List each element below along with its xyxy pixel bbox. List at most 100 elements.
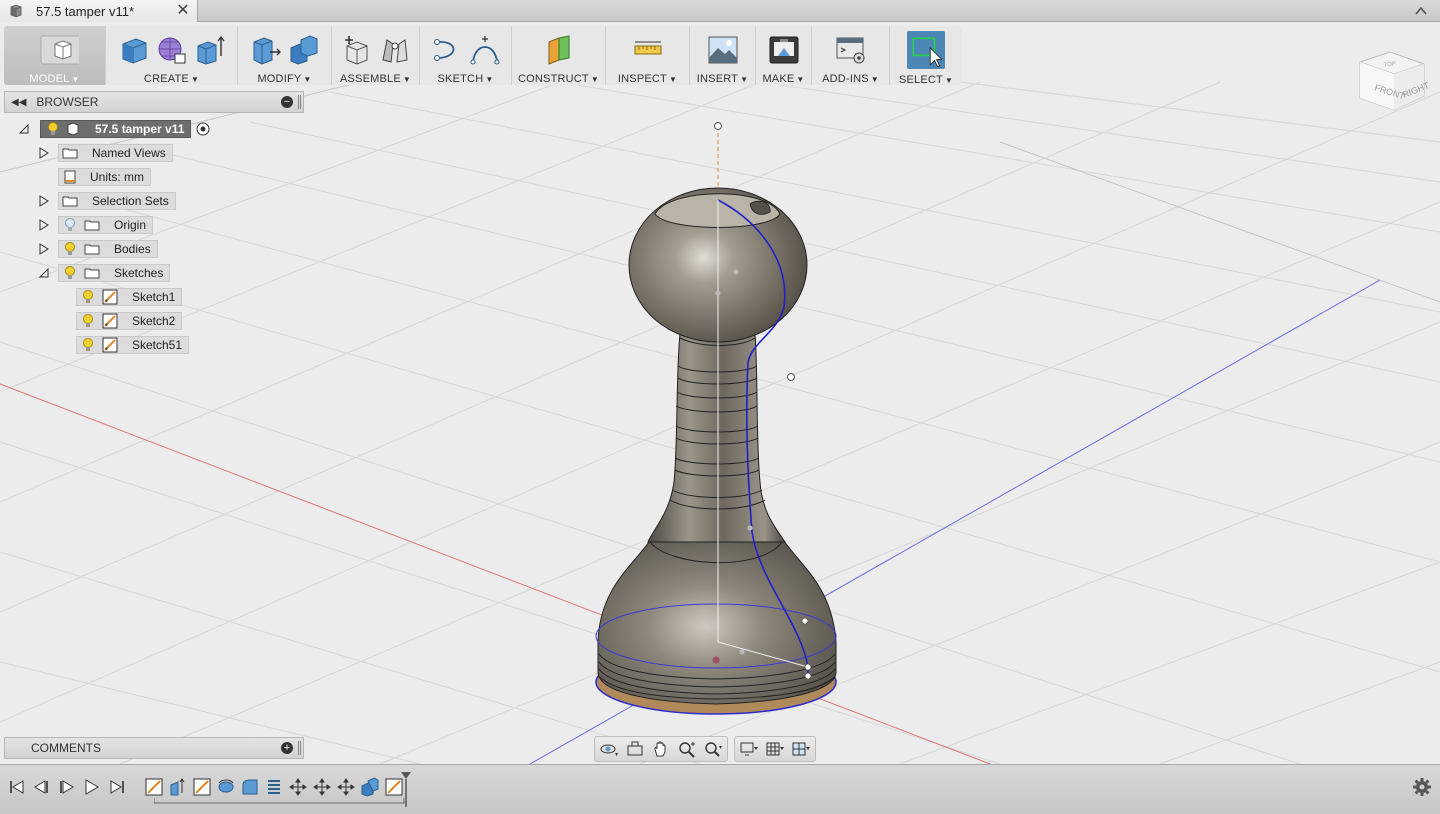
add-comment-icon[interactable]: + — [281, 742, 293, 754]
assemble-label: ASSEMBLE — [339, 73, 401, 85]
expanded-triangle-icon[interactable] — [38, 267, 50, 279]
document-tab[interactable]: 57.5 tamper v11* ✕ — [0, 0, 198, 22]
last-step-icon[interactable] — [108, 778, 126, 796]
make-menu-button[interactable]: MAKE ▼ — [756, 26, 812, 85]
look-at-icon[interactable] — [625, 740, 645, 758]
document-tab-bar: 57.5 tamper v11* ✕ — [0, 0, 1440, 22]
previous-step-icon[interactable] — [32, 778, 50, 796]
addins-menu-button[interactable]: ADD-INS ▼ — [812, 26, 890, 85]
gear-icon[interactable] — [1412, 777, 1432, 797]
construct-menu-button[interactable]: CONSTRUCT ▼ — [512, 26, 606, 85]
lightbulb-off-icon[interactable] — [62, 217, 78, 233]
lightbulb-icon[interactable] — [80, 337, 96, 353]
browser-item-label: Named Views — [92, 146, 166, 160]
browser-item-sketches[interactable]: Sketches — [38, 264, 171, 282]
close-tab-icon[interactable]: ✕ — [175, 2, 191, 20]
chevron-up-icon[interactable] — [1412, 2, 1430, 20]
browser-item-selection-sets[interactable]: Selection Sets — [38, 192, 176, 210]
lightbulb-icon[interactable] — [62, 265, 78, 281]
browser-item-sketch2[interactable]: Sketch2 — [76, 312, 183, 330]
browser-panel-header[interactable]: ◀◀ BROWSER – — [4, 91, 304, 113]
browser-item-units[interactable]: Units: mm — [58, 168, 151, 186]
display-settings-tools — [734, 736, 816, 762]
insert-image-icon — [708, 36, 737, 63]
timeline-revolve-icon[interactable] — [216, 777, 236, 797]
browser-item-label: Selection Sets — [92, 194, 169, 208]
sketch-arc-icon — [470, 35, 499, 64]
play-icon[interactable] — [82, 778, 100, 796]
display-settings-icon[interactable] — [739, 740, 759, 758]
model-workspace-button[interactable]: MODEL ▼ — [4, 26, 106, 85]
browser-item-label: Bodies — [114, 242, 151, 256]
inspect-menu-button[interactable]: INSPECT ▼ — [606, 26, 690, 85]
collapsed-triangle-icon[interactable] — [38, 147, 50, 159]
browser-item-sketch51[interactable]: Sketch51 — [76, 336, 190, 354]
browser-item-origin[interactable]: Origin — [38, 216, 154, 234]
collapsed-triangle-icon[interactable] — [38, 195, 50, 207]
collapsed-triangle-icon[interactable] — [38, 219, 50, 231]
lightbulb-icon[interactable] — [80, 313, 96, 329]
lightbulb-icon[interactable] — [45, 121, 61, 137]
timeline-coil-icon[interactable] — [264, 777, 284, 797]
lightbulb-icon[interactable] — [80, 289, 96, 305]
create-menu-button[interactable]: CREATE ▼ — [106, 26, 238, 85]
timeline-move-icon[interactable] — [312, 777, 332, 797]
grid-icon[interactable] — [765, 740, 785, 758]
folder-icon — [84, 268, 100, 279]
timeline-extrude-icon[interactable] — [168, 777, 188, 797]
handle-shaft[interactable] — [647, 333, 786, 543]
comments-title: COMMENTS — [31, 741, 101, 755]
select-window-icon — [912, 37, 943, 67]
viewports-icon[interactable] — [791, 740, 811, 758]
browser-item-bodies[interactable]: Bodies — [38, 240, 158, 258]
timeline-move-icon[interactable] — [288, 777, 308, 797]
sketch-menu-button[interactable]: SKETCH ▼ — [420, 26, 512, 85]
select-menu-button[interactable]: SELECT ▼ — [890, 26, 962, 86]
next-step-icon[interactable] — [58, 778, 76, 796]
modify-menu-button[interactable]: MODIFY ▼ — [238, 26, 332, 85]
measure-icon — [634, 41, 661, 54]
create-label: CREATE — [143, 73, 189, 85]
sketch-icon — [433, 38, 454, 61]
assemble-menu-button[interactable]: ASSEMBLE ▼ — [332, 26, 420, 85]
orbit-icon[interactable] — [599, 740, 619, 758]
comments-panel-header[interactable]: COMMENTS + — [4, 737, 304, 759]
sketch-point[interactable] — [787, 373, 795, 381]
units-document-icon — [64, 170, 76, 184]
ribbon-toolbar: MODEL ▼ CREATE ▼ MODIFY ▼ ASSEMBLE ▼ SKE… — [4, 26, 962, 86]
model-scene[interactable] — [0, 22, 1440, 764]
x-axis-line — [0, 383, 991, 764]
canvas-viewport[interactable] — [0, 22, 1440, 764]
browser-item-named-views[interactable]: Named Views — [38, 144, 173, 162]
drag-handle-icon[interactable] — [298, 95, 301, 109]
pan-hand-icon[interactable] — [651, 740, 671, 758]
extrude-icon — [197, 35, 225, 65]
insert-menu-button[interactable]: INSERT ▼ — [690, 26, 756, 85]
browser-item-label: Sketch51 — [132, 338, 183, 352]
collapsed-triangle-icon[interactable] — [38, 243, 50, 255]
timeline-marker[interactable] — [400, 771, 412, 807]
browser-item-sketch1[interactable]: Sketch1 — [76, 288, 183, 306]
document-icon — [67, 122, 79, 136]
timeline-move-icon[interactable] — [336, 777, 356, 797]
minimize-icon[interactable]: – — [281, 96, 293, 108]
collapse-panel-icon[interactable]: ◀◀ — [11, 97, 26, 108]
timeline-sketch-icon[interactable] — [192, 777, 212, 797]
lightbulb-icon[interactable] — [62, 241, 78, 257]
folder-icon — [84, 244, 100, 255]
sketch-point[interactable] — [714, 122, 722, 130]
navigation-bar — [594, 736, 816, 762]
browser-root-row[interactable]: 57.5 tamper v11 — [18, 120, 211, 138]
activate-radio-icon[interactable] — [195, 121, 211, 137]
make-label: MAKE — [762, 73, 795, 85]
expanded-triangle-icon[interactable] — [18, 123, 30, 135]
zoom-icon[interactable] — [677, 740, 697, 758]
timeline-fillet-icon[interactable] — [240, 777, 260, 797]
timeline-sketch-icon[interactable] — [144, 777, 164, 797]
zoom-window-icon[interactable] — [703, 740, 723, 758]
viewcube[interactable]: TOP FRONT RIGHT — [1352, 40, 1432, 120]
3d-print-icon — [769, 36, 798, 63]
drag-handle-icon[interactable] — [298, 741, 301, 755]
timeline-combine-icon[interactable] — [360, 777, 380, 797]
first-step-icon[interactable] — [8, 778, 26, 796]
